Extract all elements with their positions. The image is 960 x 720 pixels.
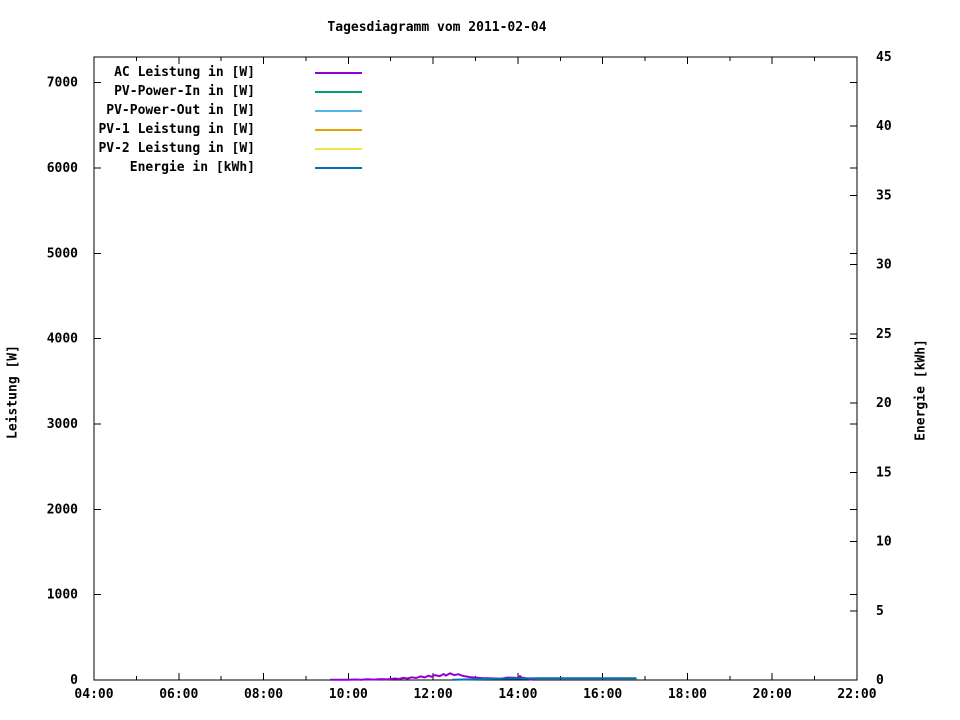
legend-line-swatch bbox=[315, 166, 362, 169]
y-left-tick-label: 6000 bbox=[47, 161, 78, 176]
legend-label: PV-Power-Out in [W] bbox=[106, 103, 255, 118]
y-left-tick-label: 0 bbox=[70, 673, 78, 688]
legend-item: PV-1 Leistung in [W] bbox=[94, 120, 362, 139]
y-right-ticks: 0 5 10 15 20 25 30 35 40 45 bbox=[850, 50, 892, 688]
x-tick-label: 22:00 bbox=[837, 687, 876, 702]
chart-canvas: Tagesdiagramm vom 2011-02-04 Leistung [W… bbox=[0, 0, 960, 720]
legend-line-swatch bbox=[315, 90, 362, 93]
x-tick-label: 12:00 bbox=[414, 687, 453, 702]
series-lines bbox=[330, 672, 637, 681]
legend-label: PV-1 Leistung in [W] bbox=[98, 122, 255, 137]
legend: AC Leistung in [W] PV-Power-In in [W] PV-P… bbox=[94, 63, 362, 177]
legend-item: PV-Power-In in [W] bbox=[94, 82, 362, 101]
x-tick-label: 10:00 bbox=[329, 687, 368, 702]
x-tick-label: 04:00 bbox=[74, 687, 113, 702]
y-left-tick-label: 3000 bbox=[47, 417, 78, 432]
y-right-tick-label: 40 bbox=[876, 119, 892, 134]
legend-item: Energie in [kWh] bbox=[94, 158, 362, 177]
legend-label: PV-2 Leistung in [W] bbox=[98, 141, 255, 156]
y-left-tick-label: 1000 bbox=[47, 588, 78, 603]
legend-item: PV-Power-Out in [W] bbox=[94, 101, 362, 120]
legend-label: AC Leistung in [W] bbox=[114, 65, 255, 80]
x-tick-label: 06:00 bbox=[159, 687, 198, 702]
legend-line-swatch bbox=[315, 109, 362, 112]
y-left-tick-label: 7000 bbox=[47, 76, 78, 91]
y-right-tick-label: 0 bbox=[876, 673, 884, 688]
x-tick-label: 08:00 bbox=[244, 687, 283, 702]
y-left-tick-label: 2000 bbox=[47, 502, 78, 517]
series-line-energie-in-kwh- bbox=[452, 677, 637, 681]
y-right-tick-label: 25 bbox=[876, 327, 892, 342]
y-right-tick-label: 30 bbox=[876, 258, 892, 273]
legend-item: PV-2 Leistung in [W] bbox=[94, 139, 362, 158]
legend-item: AC Leistung in [W] bbox=[94, 63, 362, 82]
legend-line-swatch bbox=[315, 147, 362, 150]
x-tick-label: 18:00 bbox=[668, 687, 707, 702]
legend-line-swatch bbox=[315, 128, 362, 131]
y-right-tick-label: 5 bbox=[876, 604, 884, 619]
y-right-tick-label: 20 bbox=[876, 396, 892, 411]
legend-label: PV-Power-In in [W] bbox=[114, 84, 255, 99]
legend-line-swatch bbox=[315, 71, 362, 74]
y-right-tick-label: 15 bbox=[876, 465, 892, 480]
x-tick-label: 14:00 bbox=[498, 687, 537, 702]
y-left-tick-label: 4000 bbox=[47, 332, 78, 347]
x-tick-label: 20:00 bbox=[753, 687, 792, 702]
y-left-tick-label: 5000 bbox=[47, 246, 78, 261]
legend-label: Energie in [kWh] bbox=[129, 160, 255, 175]
y-right-tick-label: 10 bbox=[876, 535, 892, 550]
y-right-tick-label: 45 bbox=[876, 50, 892, 65]
y-right-tick-label: 35 bbox=[876, 188, 892, 203]
x-tick-label: 16:00 bbox=[583, 687, 622, 702]
